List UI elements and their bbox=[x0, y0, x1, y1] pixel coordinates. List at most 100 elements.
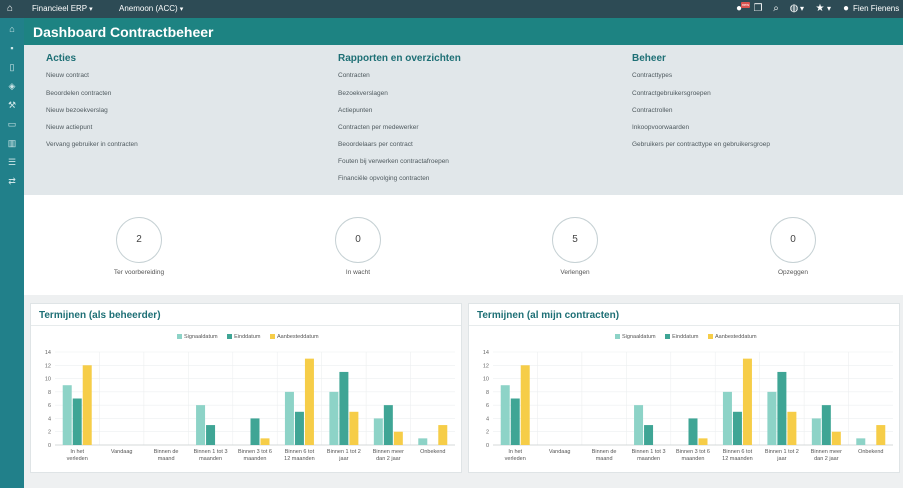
bar-signaaldatum[interactable] bbox=[722, 391, 732, 445]
x-tick-label: 12 maanden bbox=[722, 456, 753, 462]
home-icon[interactable]: ⌂ bbox=[6, 23, 18, 35]
bar-aanbesteddatum[interactable] bbox=[787, 411, 797, 445]
link-contracten-per-medewerker[interactable]: Contracten per medewerker bbox=[338, 124, 419, 131]
charts-area: Termijnen (als beheerder) Signaaldatum E… bbox=[24, 295, 903, 488]
app-menu[interactable]: Financieel ERP ▾ bbox=[32, 4, 93, 13]
bar-einddatum[interactable] bbox=[383, 405, 393, 445]
bar-signaaldatum[interactable] bbox=[284, 391, 294, 445]
x-tick-label: maand bbox=[596, 456, 613, 462]
user-menu[interactable]: Fien Fienens bbox=[853, 4, 899, 13]
bar-aanbesteddatum[interactable] bbox=[260, 438, 270, 445]
x-tick-label: dan 2 jaar bbox=[814, 456, 839, 462]
bar-signaaldatum[interactable] bbox=[373, 418, 383, 445]
y-tick-label: 6 bbox=[48, 403, 51, 409]
globe-icon[interactable]: ◍ bbox=[788, 3, 800, 15]
gavel-icon[interactable]: ⚒ bbox=[6, 99, 18, 111]
home-icon[interactable]: ⌂ bbox=[4, 3, 16, 15]
kpi-opzeggen[interactable]: 0 Opzeggen bbox=[723, 217, 863, 287]
link-fouten-contractafroepen[interactable]: Fouten bij verwerken contractafroepen bbox=[338, 158, 449, 165]
bar-signaaldatum[interactable] bbox=[811, 418, 821, 445]
bar-signaaldatum[interactable] bbox=[62, 385, 72, 445]
link-bezoekverslagen[interactable]: Bezoekverslagen bbox=[338, 90, 388, 97]
transfer-icon[interactable]: ⇄ bbox=[6, 175, 18, 187]
kpi-in-wacht[interactable]: 0 In wacht bbox=[288, 217, 428, 287]
bar-aanbesteddatum[interactable] bbox=[393, 431, 403, 445]
bar-einddatum[interactable] bbox=[644, 425, 654, 445]
x-tick-label: Onbekend bbox=[858, 449, 883, 455]
link-vervang-gebruiker[interactable]: Vervang gebruiker in contracten bbox=[46, 141, 138, 148]
bar-aanbesteddatum[interactable] bbox=[876, 425, 886, 445]
chart-icon[interactable]: ▥ bbox=[6, 137, 18, 149]
star-icon[interactable]: ★ bbox=[814, 3, 826, 15]
y-tick-label: 8 bbox=[48, 390, 51, 396]
chart-card-beheerder: Termijnen (als beheerder) Signaaldatum E… bbox=[30, 303, 462, 473]
link-contracttypes[interactable]: Contracttypes bbox=[632, 72, 672, 79]
x-tick-label: Binnen de bbox=[154, 449, 179, 455]
bar-signaaldatum[interactable] bbox=[767, 391, 777, 445]
link-contractgebruikersgroepen[interactable]: Contractgebruikersgroepen bbox=[632, 90, 711, 97]
link-nieuw-contract[interactable]: Nieuw contract bbox=[46, 72, 89, 79]
bar-einddatum[interactable] bbox=[732, 411, 742, 445]
link-beoordelaars-per-contract[interactable]: Beoordelaars per contract bbox=[338, 141, 413, 148]
window-icon[interactable]: ❐ bbox=[752, 3, 764, 15]
x-tick-label: Vandaag bbox=[549, 449, 571, 455]
bar-einddatum[interactable] bbox=[777, 371, 787, 445]
bar-signaaldatum[interactable] bbox=[196, 405, 206, 445]
y-tick-label: 14 bbox=[45, 350, 51, 356]
kpi-ter-voorbereiding[interactable]: 2 Ter voorbereiding bbox=[69, 217, 209, 287]
chevron-down-icon[interactable]: ▾ bbox=[800, 4, 804, 13]
bar-einddatum[interactable] bbox=[250, 418, 260, 445]
link-gebruikers-per-contracttype[interactable]: Gebruikers per contracttype en gebruiker… bbox=[632, 141, 770, 148]
x-tick-label: Binnen meer bbox=[811, 449, 842, 455]
x-tick-label: Binnen 1 tot 3 bbox=[194, 449, 228, 455]
link-nieuw-actiepunt[interactable]: Nieuw actiepunt bbox=[46, 124, 92, 131]
document-icon[interactable]: ▯ bbox=[6, 61, 18, 73]
list-icon[interactable]: ☰ bbox=[6, 156, 18, 168]
bar-aanbesteddatum[interactable] bbox=[304, 358, 314, 445]
bar-einddatum[interactable] bbox=[294, 411, 304, 445]
bar-aanbesteddatum[interactable] bbox=[520, 365, 530, 445]
bar-signaaldatum[interactable] bbox=[634, 405, 644, 445]
x-tick-label: Binnen meer bbox=[373, 449, 404, 455]
link-contracten[interactable]: Contracten bbox=[338, 72, 370, 79]
chat-icon[interactable]: ▪ bbox=[6, 42, 18, 54]
x-tick-label: Binnen 1 tot 2 bbox=[765, 449, 799, 455]
bar-aanbesteddatum[interactable] bbox=[438, 425, 448, 445]
bar-aanbesteddatum[interactable] bbox=[742, 358, 752, 445]
link-actiepunten[interactable]: Actiepunten bbox=[338, 107, 372, 114]
bar-aanbesteddatum[interactable] bbox=[82, 365, 92, 445]
bar-aanbesteddatum[interactable] bbox=[698, 438, 708, 445]
bar-einddatum[interactable] bbox=[821, 405, 831, 445]
beheer-heading: Beheer bbox=[632, 53, 666, 64]
bar-einddatum[interactable] bbox=[339, 371, 349, 445]
y-tick-label: 0 bbox=[48, 443, 51, 449]
kpi-circle: 0 bbox=[770, 217, 816, 263]
link-beoordelen-contracten[interactable]: Beoordelen contracten bbox=[46, 90, 111, 97]
app-menu-label: Financieel ERP bbox=[32, 4, 88, 13]
bar-einddatum[interactable] bbox=[688, 418, 698, 445]
environment-menu[interactable]: Anemoon (ACC) ▾ bbox=[119, 4, 183, 13]
bar-signaaldatum[interactable] bbox=[329, 391, 339, 445]
link-financiele-opvolging[interactable]: Financiële opvolging contracten bbox=[338, 175, 429, 182]
user-icon[interactable]: ● bbox=[840, 3, 852, 15]
chevron-down-icon[interactable]: ▾ bbox=[827, 4, 831, 13]
kpi-verlengen[interactable]: 5 Verlengen bbox=[505, 217, 645, 287]
environment-menu-label: Anemoon (ACC) bbox=[119, 4, 178, 13]
bar-einddatum[interactable] bbox=[72, 398, 82, 446]
link-contractrollen[interactable]: Contractrollen bbox=[632, 107, 672, 114]
link-inkoopvoorwaarden[interactable]: Inkoopvoorwaarden bbox=[632, 124, 689, 131]
bar-einddatum[interactable] bbox=[510, 398, 520, 446]
search-icon[interactable]: ⌕ bbox=[770, 3, 782, 15]
bar-einddatum[interactable] bbox=[206, 425, 216, 445]
link-nieuw-bezoekverslag[interactable]: Nieuw bezoekverslag bbox=[46, 107, 108, 114]
bar-aanbesteddatum[interactable] bbox=[831, 431, 841, 445]
kpi-label: Opzeggen bbox=[778, 269, 808, 276]
tag-icon[interactable]: ◈ bbox=[6, 80, 18, 92]
bar-signaaldatum[interactable] bbox=[418, 438, 428, 445]
cart-icon[interactable]: ▭ bbox=[6, 118, 18, 130]
bar-aanbesteddatum[interactable] bbox=[349, 411, 359, 445]
bar-signaaldatum[interactable] bbox=[500, 385, 510, 445]
bar-signaaldatum[interactable] bbox=[856, 438, 866, 445]
chart-card-al-mijn-contracten: Termijnen (al mijn contracten) Signaalda… bbox=[468, 303, 900, 473]
x-tick-label: 12 maanden bbox=[284, 456, 315, 462]
